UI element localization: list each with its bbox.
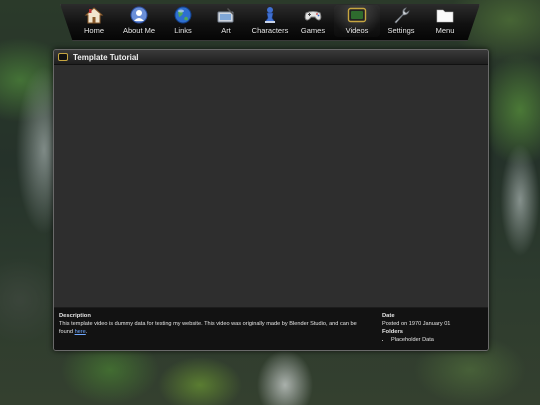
home-icon: [84, 7, 104, 24]
nav-item-menu[interactable]: Menu: [422, 5, 468, 37]
description-section: Description This template video is dummy…: [59, 312, 369, 336]
nav-label: Games: [300, 26, 326, 35]
chess-pawn-icon: [264, 7, 276, 23]
tv-icon: [347, 7, 367, 23]
nav-item-games[interactable]: Games: [290, 5, 336, 37]
nav-item-art[interactable]: Art: [203, 5, 249, 37]
nav-item-characters[interactable]: Characters: [247, 5, 293, 37]
nav-item-settings[interactable]: Settings: [378, 5, 424, 37]
tv-icon: [58, 53, 68, 61]
description-text: This template video is dummy data for te…: [59, 320, 369, 336]
video-info-footer: Description This template video is dummy…: [54, 307, 488, 350]
folder-icon: [436, 9, 454, 23]
nav-label: Characters: [251, 26, 289, 35]
description-end: .: [85, 329, 88, 335]
description-body: This template video is dummy data for te…: [59, 321, 357, 335]
tablet-pen-icon: [217, 8, 234, 23]
nav-item-links[interactable]: Links: [160, 5, 206, 37]
nav-label: Settings: [387, 26, 415, 35]
nav-label: Links: [174, 26, 192, 35]
nav-label: About Me: [122, 26, 156, 35]
nav-label: Home: [83, 26, 104, 35]
nav-label: Art: [221, 26, 231, 35]
nav-item-home[interactable]: Home: [71, 5, 117, 37]
date-heading: Date: [382, 313, 395, 319]
nav-item-about-me[interactable]: About Me: [116, 5, 162, 37]
nav-label: Menu: [435, 26, 455, 35]
user-globe-icon: [130, 6, 148, 24]
globe-icon: [174, 6, 192, 24]
video-panel: Template Tutorial Description This templ…: [53, 49, 489, 351]
description-link[interactable]: here: [75, 329, 86, 335]
panel-header: Template Tutorial: [54, 50, 488, 65]
folders-heading: Folders: [382, 329, 403, 335]
gamepad-icon: [304, 11, 322, 21]
description-heading: Description: [59, 313, 91, 319]
folder-item[interactable]: Placeholder Data: [391, 336, 482, 344]
folders-list: Placeholder Data: [382, 336, 482, 344]
date-text: Posted on 1970 January 01: [382, 321, 451, 327]
wrench-icon: [394, 7, 410, 24]
meta-section: Date Posted on 1970 January 01 Folders P…: [382, 312, 482, 344]
nav-item-videos[interactable]: Videos: [334, 5, 380, 37]
video-player[interactable]: [54, 65, 488, 308]
nav-label: Videos: [345, 26, 369, 35]
panel-title: Template Tutorial: [73, 52, 139, 62]
